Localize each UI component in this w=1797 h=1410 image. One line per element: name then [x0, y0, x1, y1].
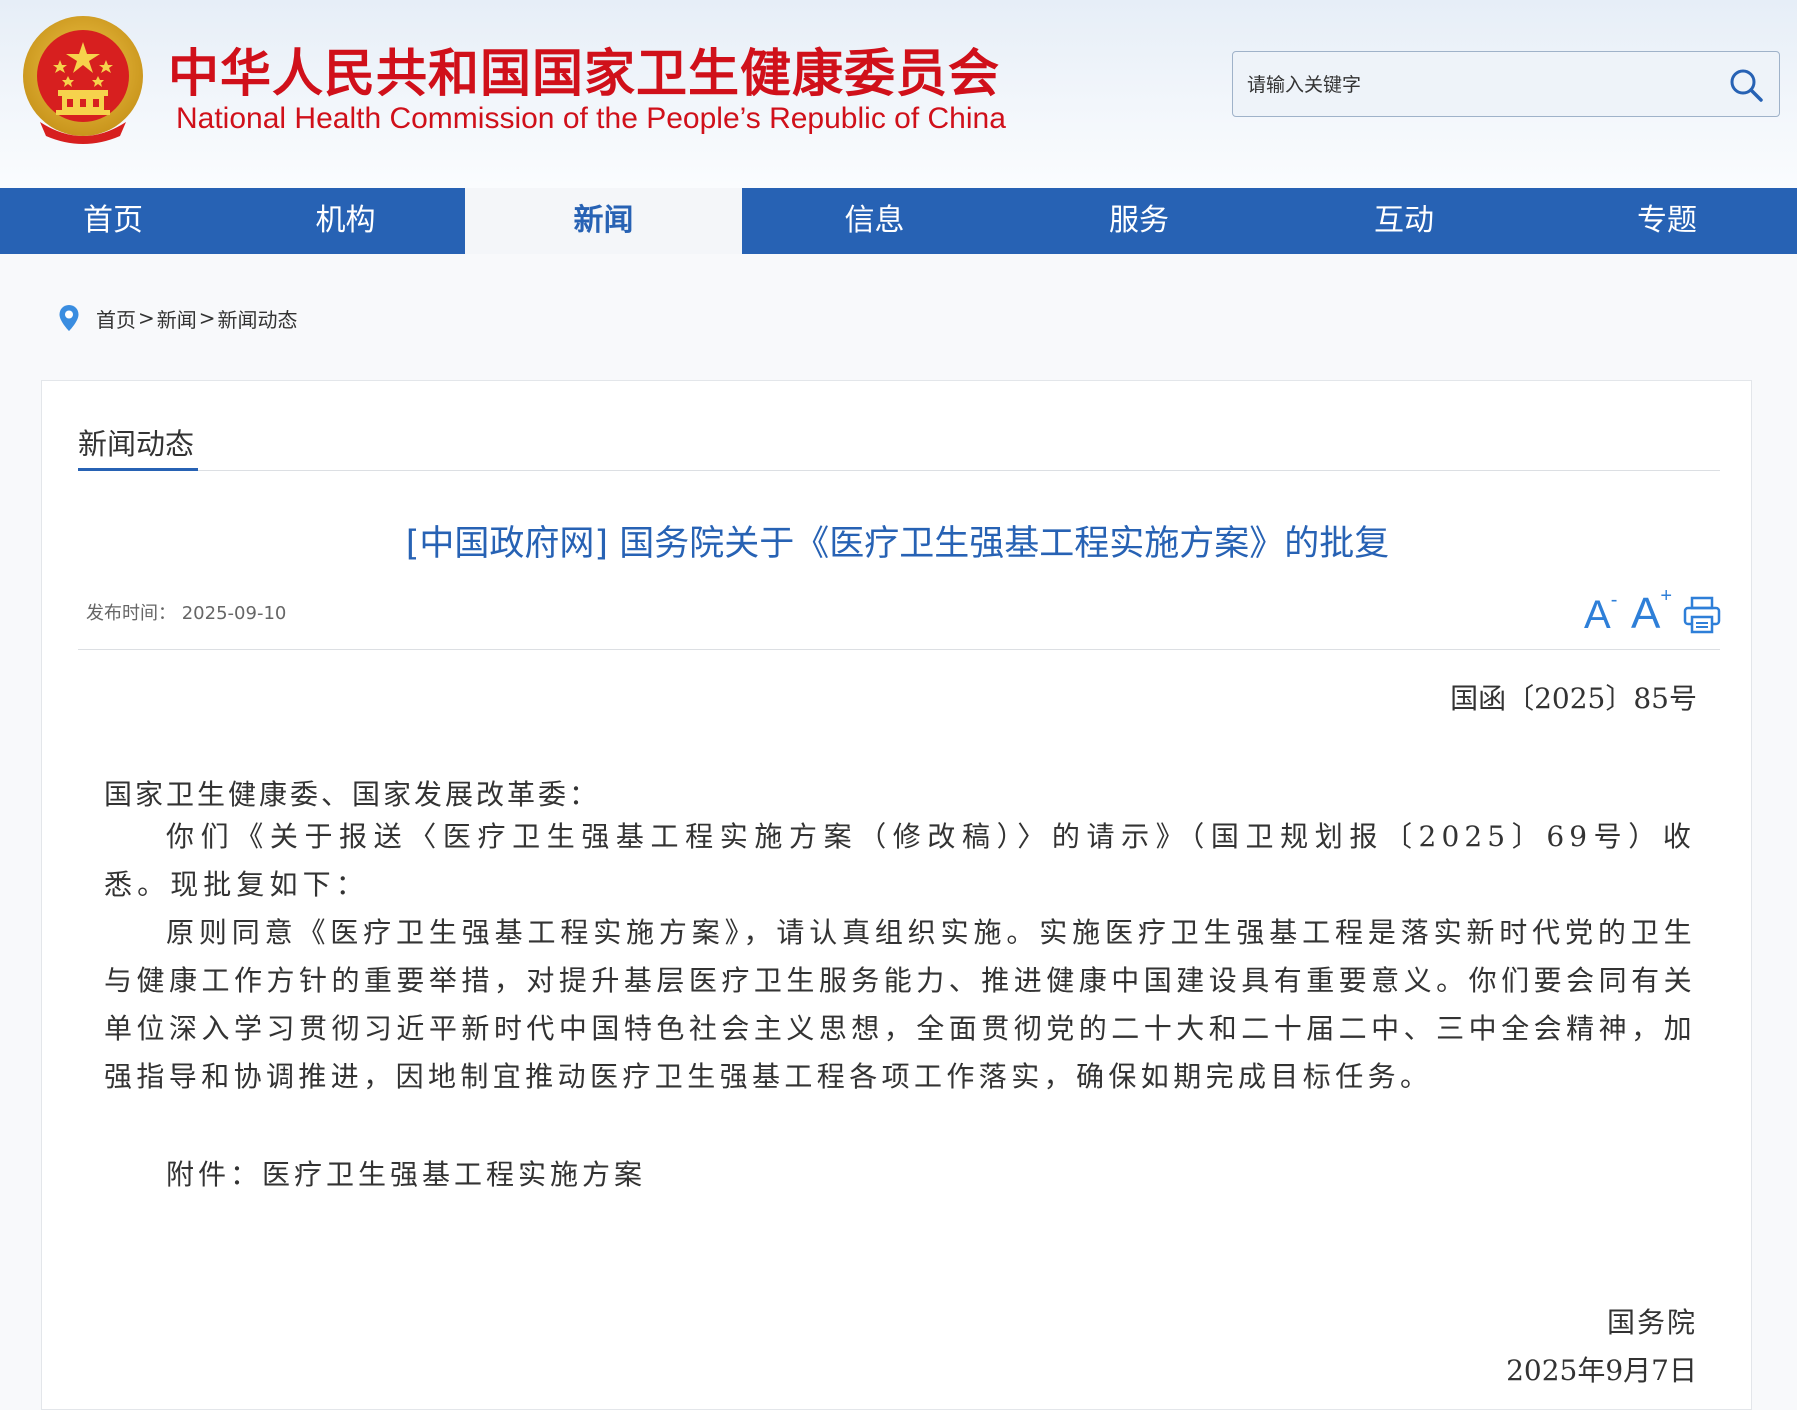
- section-title: 新闻动态: [78, 427, 195, 461]
- increase-font-sign: +: [1660, 585, 1673, 607]
- publish-date: 2025-09-10: [181, 603, 287, 624]
- attachment-link[interactable]: 附件：医疗卫生强基工程实施方案: [166, 1153, 646, 1193]
- section-title-underline: [78, 468, 198, 471]
- print-icon[interactable]: [1682, 595, 1722, 635]
- publish-time: 发布时间： 2025-09-10: [86, 599, 286, 625]
- addressee: 国家卫生健康委、国家发展改革委：: [104, 778, 601, 811]
- section-divider: [78, 470, 1720, 471]
- article-card: 新闻动态 [中国政府网] 国务院关于《医疗卫生强基工程实施方案》的批复 发布时间…: [41, 380, 1752, 1410]
- publish-label: 发布时间：: [86, 603, 176, 624]
- increase-font-label: A: [1631, 589, 1661, 638]
- search-input[interactable]: [1245, 52, 1689, 118]
- search-icon[interactable]: [1727, 66, 1765, 104]
- national-emblem-icon[interactable]: [20, 12, 146, 148]
- article-tools: A- A+: [1584, 585, 1722, 639]
- breadcrumb-separator: >: [198, 306, 216, 330]
- site-title-cn[interactable]: 中华人民共和国国家卫生健康委员会: [168, 32, 1000, 106]
- search-box: [1232, 51, 1780, 118]
- nav-item-information[interactable]: 信息: [742, 188, 1007, 254]
- article-title: [中国政府网] 国务院关于《医疗卫生强基工程实施方案》的批复: [405, 524, 1390, 564]
- signer: 国务院: [1606, 1306, 1697, 1339]
- decrease-font-button[interactable]: A-: [1584, 589, 1617, 638]
- increase-font-button[interactable]: A+: [1631, 585, 1672, 639]
- nav-item-organization[interactable]: 机构: [226, 188, 465, 254]
- document-number: 国函〔2025〕85号: [1450, 682, 1697, 715]
- sign-date: 2025年9月7日: [1506, 1354, 1697, 1387]
- site-header: 中华人民共和国国家卫生健康委员会 National Health Commiss…: [0, 0, 1797, 188]
- breadcrumb-news-updates[interactable]: 新闻动态: [218, 304, 298, 333]
- decrease-font-label: A: [1584, 593, 1611, 637]
- main-nav: 首页 机构 新闻 信息 服务 互动 专题: [0, 188, 1797, 254]
- nav-item-services[interactable]: 服务: [1007, 188, 1271, 254]
- nav-item-interaction[interactable]: 互动: [1271, 188, 1537, 254]
- location-pin-icon: [59, 305, 79, 331]
- decrease-font-sign: -: [1610, 589, 1618, 611]
- nav-item-news[interactable]: 新闻: [465, 188, 742, 254]
- meta-divider: [78, 649, 1720, 650]
- body-paragraph: 原则同意《医疗卫生强基工程实施方案》，请认真组织实施。实施医疗卫生强基工程是落实…: [104, 916, 1696, 1093]
- body-paragraph: 你们《关于报送〈医疗卫生强基工程实施方案（修改稿）〉的请示》（国卫规划报〔202…: [104, 820, 1696, 901]
- breadcrumb-separator: >: [138, 306, 155, 330]
- breadcrumb-home[interactable]: 首页: [96, 304, 136, 333]
- breadcrumb-news[interactable]: 新闻: [157, 304, 197, 333]
- breadcrumb: 首页 > 新闻 > 新闻动态: [58, 302, 298, 334]
- nav-item-home[interactable]: 首页: [0, 188, 226, 254]
- nav-item-topics[interactable]: 专题: [1537, 188, 1797, 254]
- site-title-en[interactable]: National Health Commission of the People…: [176, 102, 1006, 136]
